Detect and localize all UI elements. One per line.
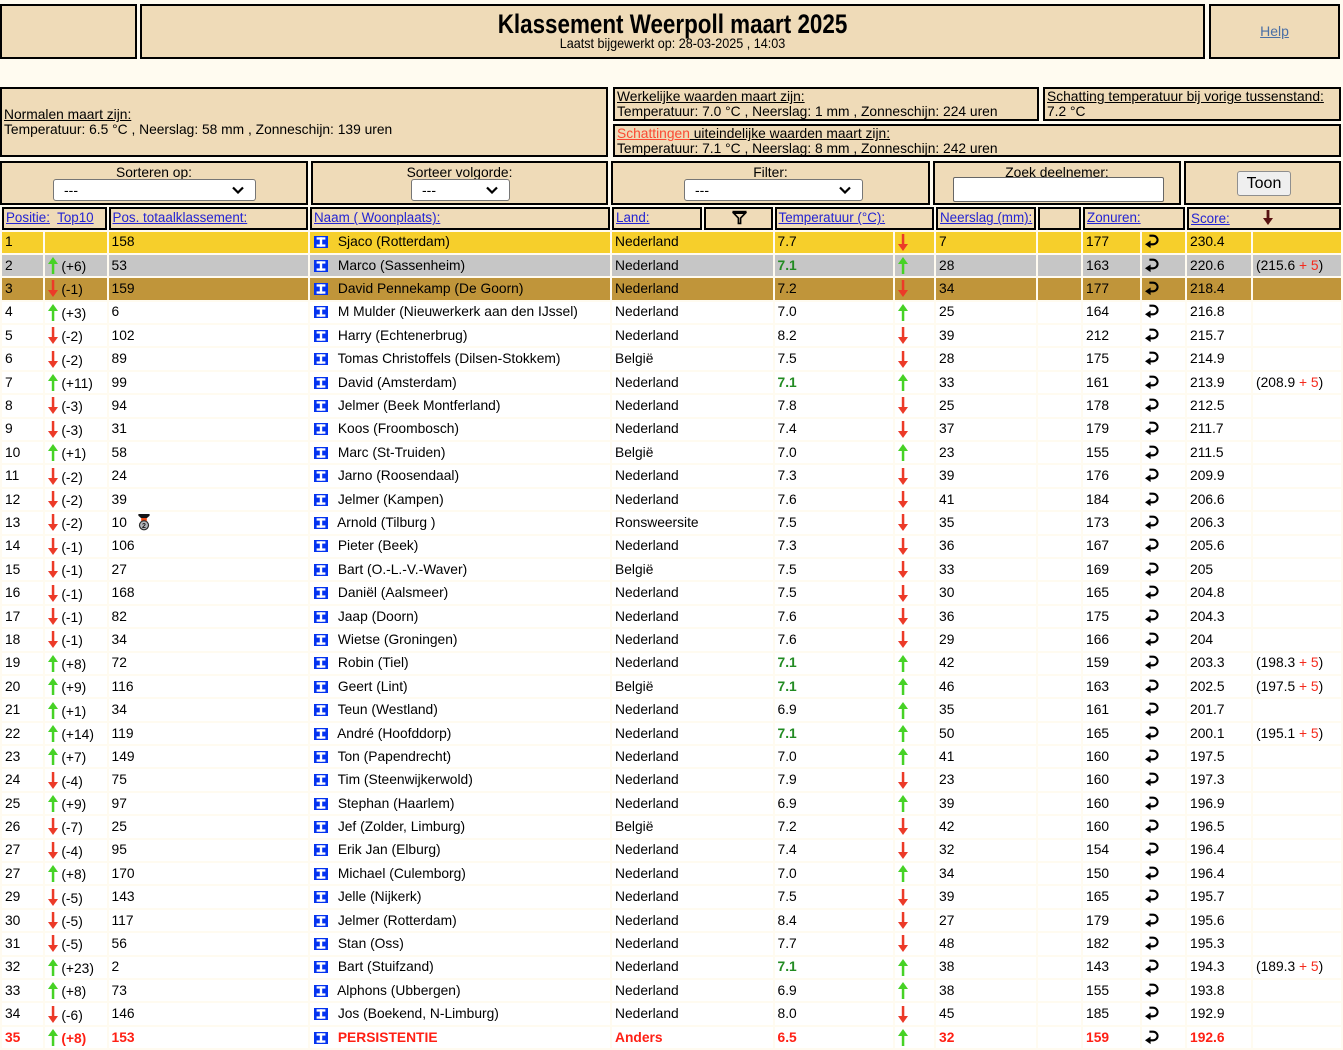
svg-text:2: 2: [142, 523, 146, 530]
